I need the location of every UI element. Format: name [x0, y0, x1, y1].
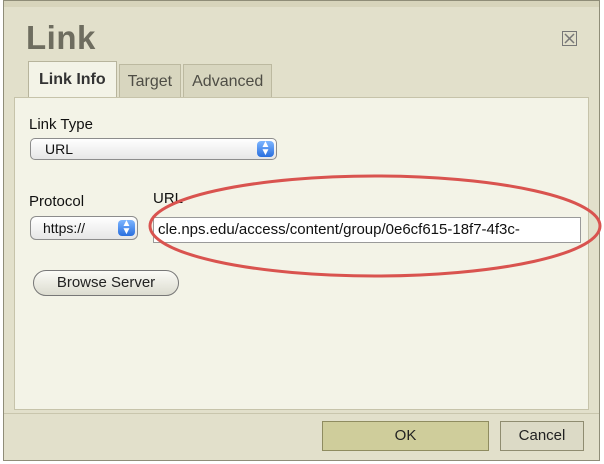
dialog-title: Link — [26, 19, 96, 56]
tab-target[interactable]: Target — [118, 64, 182, 97]
link-type-value: URL — [45, 141, 74, 157]
link-info-panel: Link Type URL ▲ ▼ Protocol URL https:// ▲… — [14, 97, 589, 410]
close-icon[interactable] — [562, 31, 577, 46]
protocol-label: Protocol — [29, 193, 85, 210]
url-input[interactable]: cle.nps.edu/access/content/group/0e6cf61… — [153, 217, 581, 243]
cancel-button[interactable]: Cancel — [500, 421, 584, 451]
protocol-value: https:// — [43, 220, 86, 236]
footer-divider — [4, 413, 599, 414]
browse-server-button[interactable]: Browse Server — [33, 270, 179, 296]
link-type-select[interactable]: URL ▲ ▼ — [30, 138, 277, 160]
ok-button[interactable]: OK — [322, 421, 489, 451]
link-dialog: Link Link Info Target Advanced Link Type… — [3, 0, 600, 461]
tab-advanced[interactable]: Advanced — [183, 64, 273, 97]
link-type-label: Link Type — [29, 116, 93, 133]
select-arrows-icon: ▲ ▼ — [118, 219, 135, 237]
select-arrows-icon: ▲ ▼ — [257, 140, 274, 158]
dialog-top-strip — [4, 1, 599, 7]
tab-bar: Link Info Target Advanced — [28, 61, 274, 97]
tab-link-info[interactable]: Link Info — [28, 61, 117, 97]
protocol-select[interactable]: https:// ▲ ▼ — [30, 216, 138, 240]
url-label: URL — [153, 190, 184, 207]
